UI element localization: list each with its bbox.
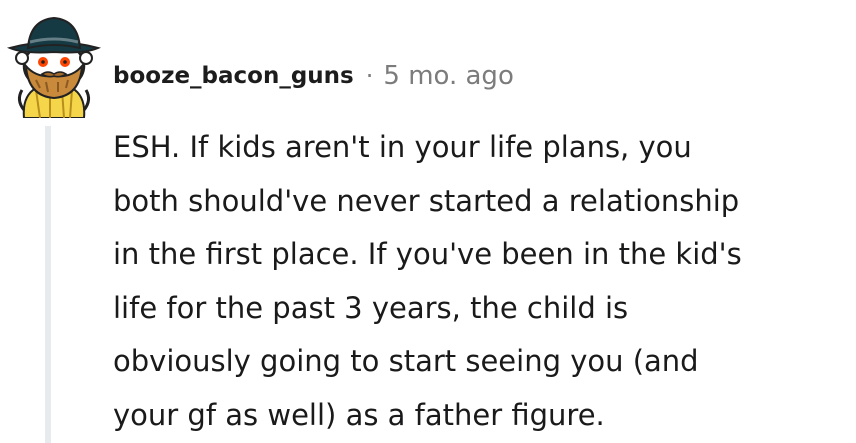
comment: booze_bacon_guns · 5 mo. ago ESH. If kid… xyxy=(0,0,856,443)
username-link[interactable]: booze_bacon_guns xyxy=(113,63,354,89)
comment-timestamp[interactable]: 5 mo. ago xyxy=(383,61,513,91)
thread-collapse-line[interactable] xyxy=(45,126,51,443)
comment-meta: booze_bacon_guns · 5 mo. ago xyxy=(113,58,514,94)
snoo-avatar-icon xyxy=(6,16,102,119)
comment-body: ESH. If kids aren't in your life plans, … xyxy=(113,130,742,432)
meta-separator: · xyxy=(365,62,374,90)
user-avatar[interactable] xyxy=(6,14,102,119)
